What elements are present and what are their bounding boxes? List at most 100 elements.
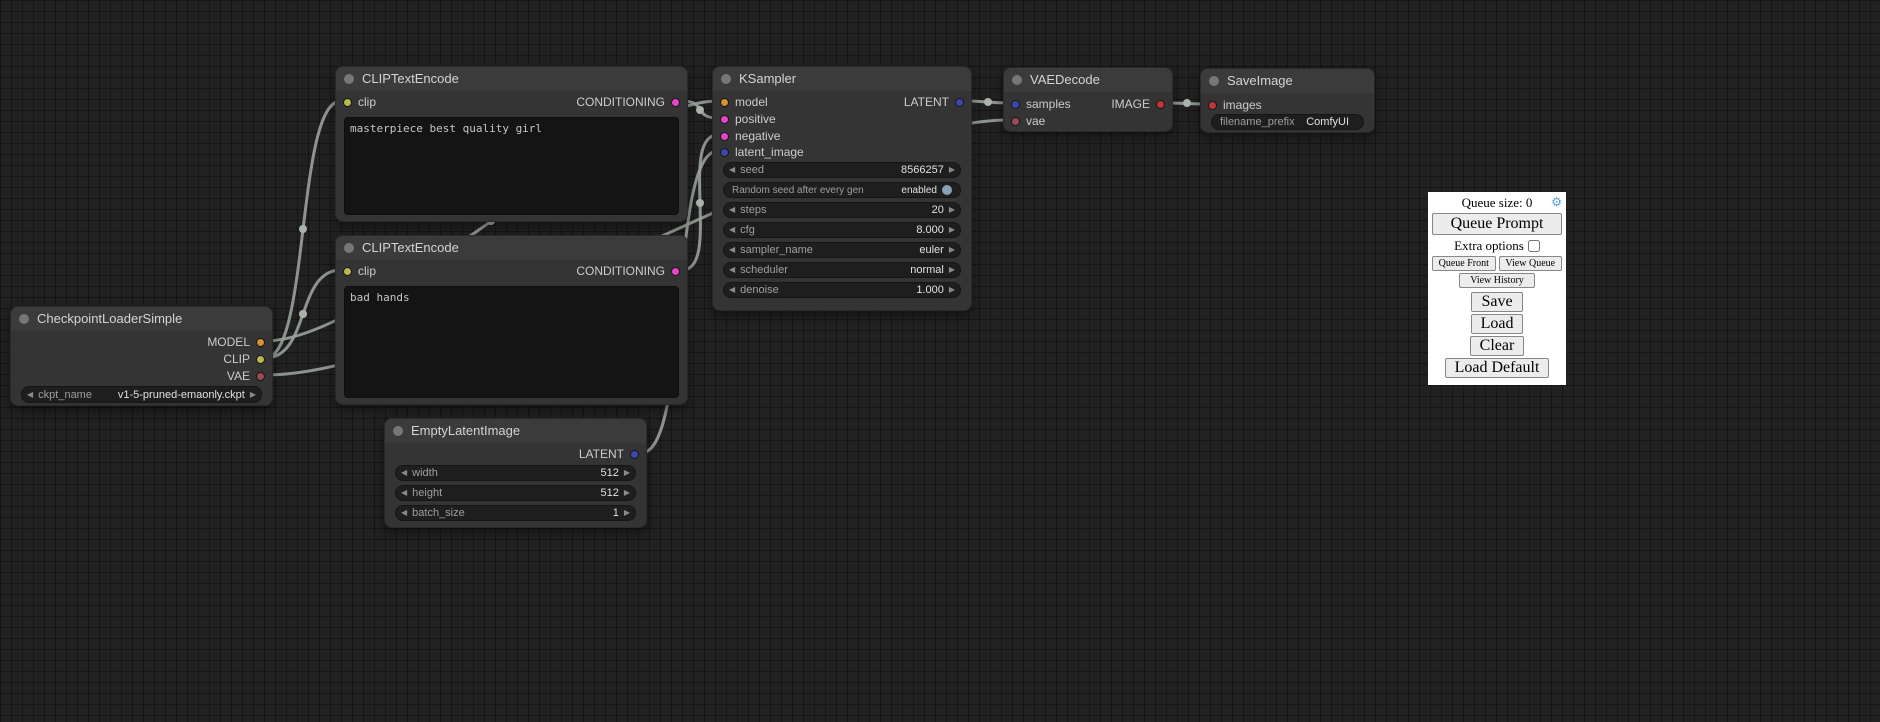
input-slot-images[interactable]: images bbox=[1208, 98, 1262, 112]
seed-widget[interactable]: ◀ seed 8566257 ▶ bbox=[723, 162, 961, 178]
clip-slot-dot-icon[interactable] bbox=[343, 98, 352, 107]
toggle-knob-icon[interactable] bbox=[942, 185, 952, 195]
node-graph-canvas[interactable]: CheckpointLoaderSimple MODEL CLIP VAE ◀ … bbox=[0, 0, 1880, 722]
latent-slot-dot-icon[interactable] bbox=[630, 450, 639, 459]
queue-front-button[interactable]: Queue Front bbox=[1432, 256, 1496, 271]
clear-button[interactable]: Clear bbox=[1470, 336, 1525, 356]
collapse-dot-icon[interactable] bbox=[344, 74, 354, 84]
left-arrow-icon[interactable]: ◀ bbox=[724, 282, 740, 298]
latent-slot-dot-icon[interactable] bbox=[720, 148, 729, 157]
node-checkpoint-loader[interactable]: CheckpointLoaderSimple MODEL CLIP VAE ◀ … bbox=[10, 306, 273, 406]
sampler-name-widget[interactable]: ◀ sampler_name euler ▶ bbox=[723, 242, 961, 258]
right-arrow-icon[interactable]: ▶ bbox=[944, 162, 960, 178]
node-save-image[interactable]: SaveImage images filename_prefix ComfyUI bbox=[1200, 68, 1375, 133]
input-slot-clip[interactable]: clip bbox=[343, 264, 376, 278]
left-arrow-icon[interactable]: ◀ bbox=[724, 162, 740, 178]
image-slot-dot-icon[interactable] bbox=[1156, 100, 1165, 109]
filename-prefix-widget[interactable]: filename_prefix ComfyUI bbox=[1211, 114, 1364, 130]
queue-prompt-button[interactable]: Queue Prompt bbox=[1432, 213, 1562, 235]
right-arrow-icon[interactable]: ▶ bbox=[619, 465, 635, 481]
collapse-dot-icon[interactable] bbox=[1209, 76, 1219, 86]
input-slot-latent-image[interactable]: latent_image bbox=[720, 145, 804, 159]
negative-prompt-textarea[interactable]: bad hands bbox=[344, 286, 679, 398]
input-slot-samples[interactable]: samples bbox=[1011, 97, 1071, 111]
right-arrow-icon[interactable]: ▶ bbox=[944, 282, 960, 298]
left-arrow-icon[interactable]: ◀ bbox=[396, 505, 412, 521]
latent-slot-dot-icon[interactable] bbox=[1011, 100, 1020, 109]
input-slot-negative[interactable]: negative bbox=[720, 129, 780, 143]
node-vae-decode[interactable]: VAEDecode samples vae IMAGE bbox=[1003, 67, 1173, 132]
right-arrow-icon[interactable]: ▶ bbox=[944, 262, 960, 278]
load-button[interactable]: Load bbox=[1471, 314, 1524, 334]
right-arrow-icon[interactable]: ▶ bbox=[944, 242, 960, 258]
node-title-bar[interactable]: KSampler bbox=[713, 67, 971, 91]
conditioning-slot-dot-icon[interactable] bbox=[671, 267, 680, 276]
left-arrow-icon[interactable]: ◀ bbox=[724, 222, 740, 238]
clip-slot-dot-icon[interactable] bbox=[343, 267, 352, 276]
left-arrow-icon[interactable]: ◀ bbox=[22, 387, 38, 403]
input-slot-vae[interactable]: vae bbox=[1011, 114, 1045, 128]
left-arrow-icon[interactable]: ◀ bbox=[724, 242, 740, 258]
load-default-button[interactable]: Load Default bbox=[1445, 358, 1550, 378]
extra-options-checkbox[interactable] bbox=[1528, 240, 1540, 252]
input-slot-clip[interactable]: clip bbox=[343, 95, 376, 109]
view-queue-button[interactable]: View Queue bbox=[1499, 256, 1563, 271]
node-clip-text-encode-negative[interactable]: CLIPTextEncode clip CONDITIONING bad han… bbox=[335, 235, 688, 405]
right-arrow-icon[interactable]: ▶ bbox=[944, 222, 960, 238]
random-seed-toggle-widget[interactable]: Random seed after every gen enabled bbox=[723, 182, 961, 198]
clip-slot-dot-icon[interactable] bbox=[256, 355, 265, 364]
output-slot-latent[interactable]: LATENT bbox=[904, 95, 964, 109]
output-slot-conditioning[interactable]: CONDITIONING bbox=[576, 95, 680, 109]
left-arrow-icon[interactable]: ◀ bbox=[724, 202, 740, 218]
conditioning-slot-dot-icon[interactable] bbox=[720, 132, 729, 141]
ckpt-name-widget[interactable]: ◀ ckpt_name v1-5-pruned-emaonly.ckpt ▶ bbox=[21, 386, 262, 403]
scheduler-widget[interactable]: ◀ scheduler normal ▶ bbox=[723, 262, 961, 278]
right-arrow-icon[interactable]: ▶ bbox=[619, 505, 635, 521]
input-slot-model[interactable]: model bbox=[720, 95, 768, 109]
node-title-bar[interactable]: CLIPTextEncode bbox=[336, 67, 687, 91]
collapse-dot-icon[interactable] bbox=[19, 314, 29, 324]
vae-slot-dot-icon[interactable] bbox=[256, 372, 265, 381]
node-title-bar[interactable]: CLIPTextEncode bbox=[336, 236, 687, 260]
latent-slot-dot-icon[interactable] bbox=[955, 98, 964, 107]
output-slot-conditioning[interactable]: CONDITIONING bbox=[576, 264, 680, 278]
node-empty-latent-image[interactable]: EmptyLatentImage LATENT ◀ width 512 ▶ ◀ … bbox=[384, 418, 647, 528]
node-ksampler[interactable]: KSampler model positive negative latent_… bbox=[712, 66, 972, 311]
collapse-dot-icon[interactable] bbox=[721, 74, 731, 84]
node-title-bar[interactable]: EmptyLatentImage bbox=[385, 419, 646, 443]
positive-prompt-textarea[interactable]: masterpiece best quality girl bbox=[344, 117, 679, 215]
node-title-bar[interactable]: VAEDecode bbox=[1004, 68, 1172, 92]
height-widget[interactable]: ◀ height 512 ▶ bbox=[395, 485, 636, 501]
output-slot-image[interactable]: IMAGE bbox=[1111, 97, 1165, 111]
vae-slot-dot-icon[interactable] bbox=[1011, 117, 1020, 126]
right-arrow-icon[interactable]: ▶ bbox=[619, 485, 635, 501]
view-history-button[interactable]: View History bbox=[1459, 273, 1535, 288]
collapse-dot-icon[interactable] bbox=[393, 426, 403, 436]
output-slot-clip[interactable]: CLIP bbox=[223, 352, 265, 366]
collapse-dot-icon[interactable] bbox=[344, 243, 354, 253]
denoise-widget[interactable]: ◀ denoise 1.000 ▶ bbox=[723, 282, 961, 298]
steps-widget[interactable]: ◀ steps 20 ▶ bbox=[723, 202, 961, 218]
model-slot-dot-icon[interactable] bbox=[720, 98, 729, 107]
batch-size-widget[interactable]: ◀ batch_size 1 ▶ bbox=[395, 505, 636, 521]
node-clip-text-encode-positive[interactable]: CLIPTextEncode clip CONDITIONING masterp… bbox=[335, 66, 688, 222]
output-slot-vae[interactable]: VAE bbox=[227, 369, 265, 383]
left-arrow-icon[interactable]: ◀ bbox=[396, 485, 412, 501]
right-arrow-icon[interactable]: ▶ bbox=[245, 387, 261, 403]
left-arrow-icon[interactable]: ◀ bbox=[396, 465, 412, 481]
input-slot-positive[interactable]: positive bbox=[720, 112, 776, 126]
output-slot-model[interactable]: MODEL bbox=[207, 335, 265, 349]
conditioning-slot-dot-icon[interactable] bbox=[720, 115, 729, 124]
collapse-dot-icon[interactable] bbox=[1012, 75, 1022, 85]
output-slot-latent[interactable]: LATENT bbox=[579, 447, 639, 461]
right-arrow-icon[interactable]: ▶ bbox=[944, 202, 960, 218]
model-slot-dot-icon[interactable] bbox=[256, 338, 265, 347]
settings-gear-icon[interactable]: ⚙ bbox=[1551, 195, 1562, 209]
conditioning-slot-dot-icon[interactable] bbox=[671, 98, 680, 107]
save-button[interactable]: Save bbox=[1471, 292, 1522, 312]
cfg-widget[interactable]: ◀ cfg 8.000 ▶ bbox=[723, 222, 961, 238]
node-title-bar[interactable]: SaveImage bbox=[1201, 69, 1374, 93]
node-title-bar[interactable]: CheckpointLoaderSimple bbox=[11, 307, 272, 331]
image-slot-dot-icon[interactable] bbox=[1208, 101, 1217, 110]
left-arrow-icon[interactable]: ◀ bbox=[724, 262, 740, 278]
